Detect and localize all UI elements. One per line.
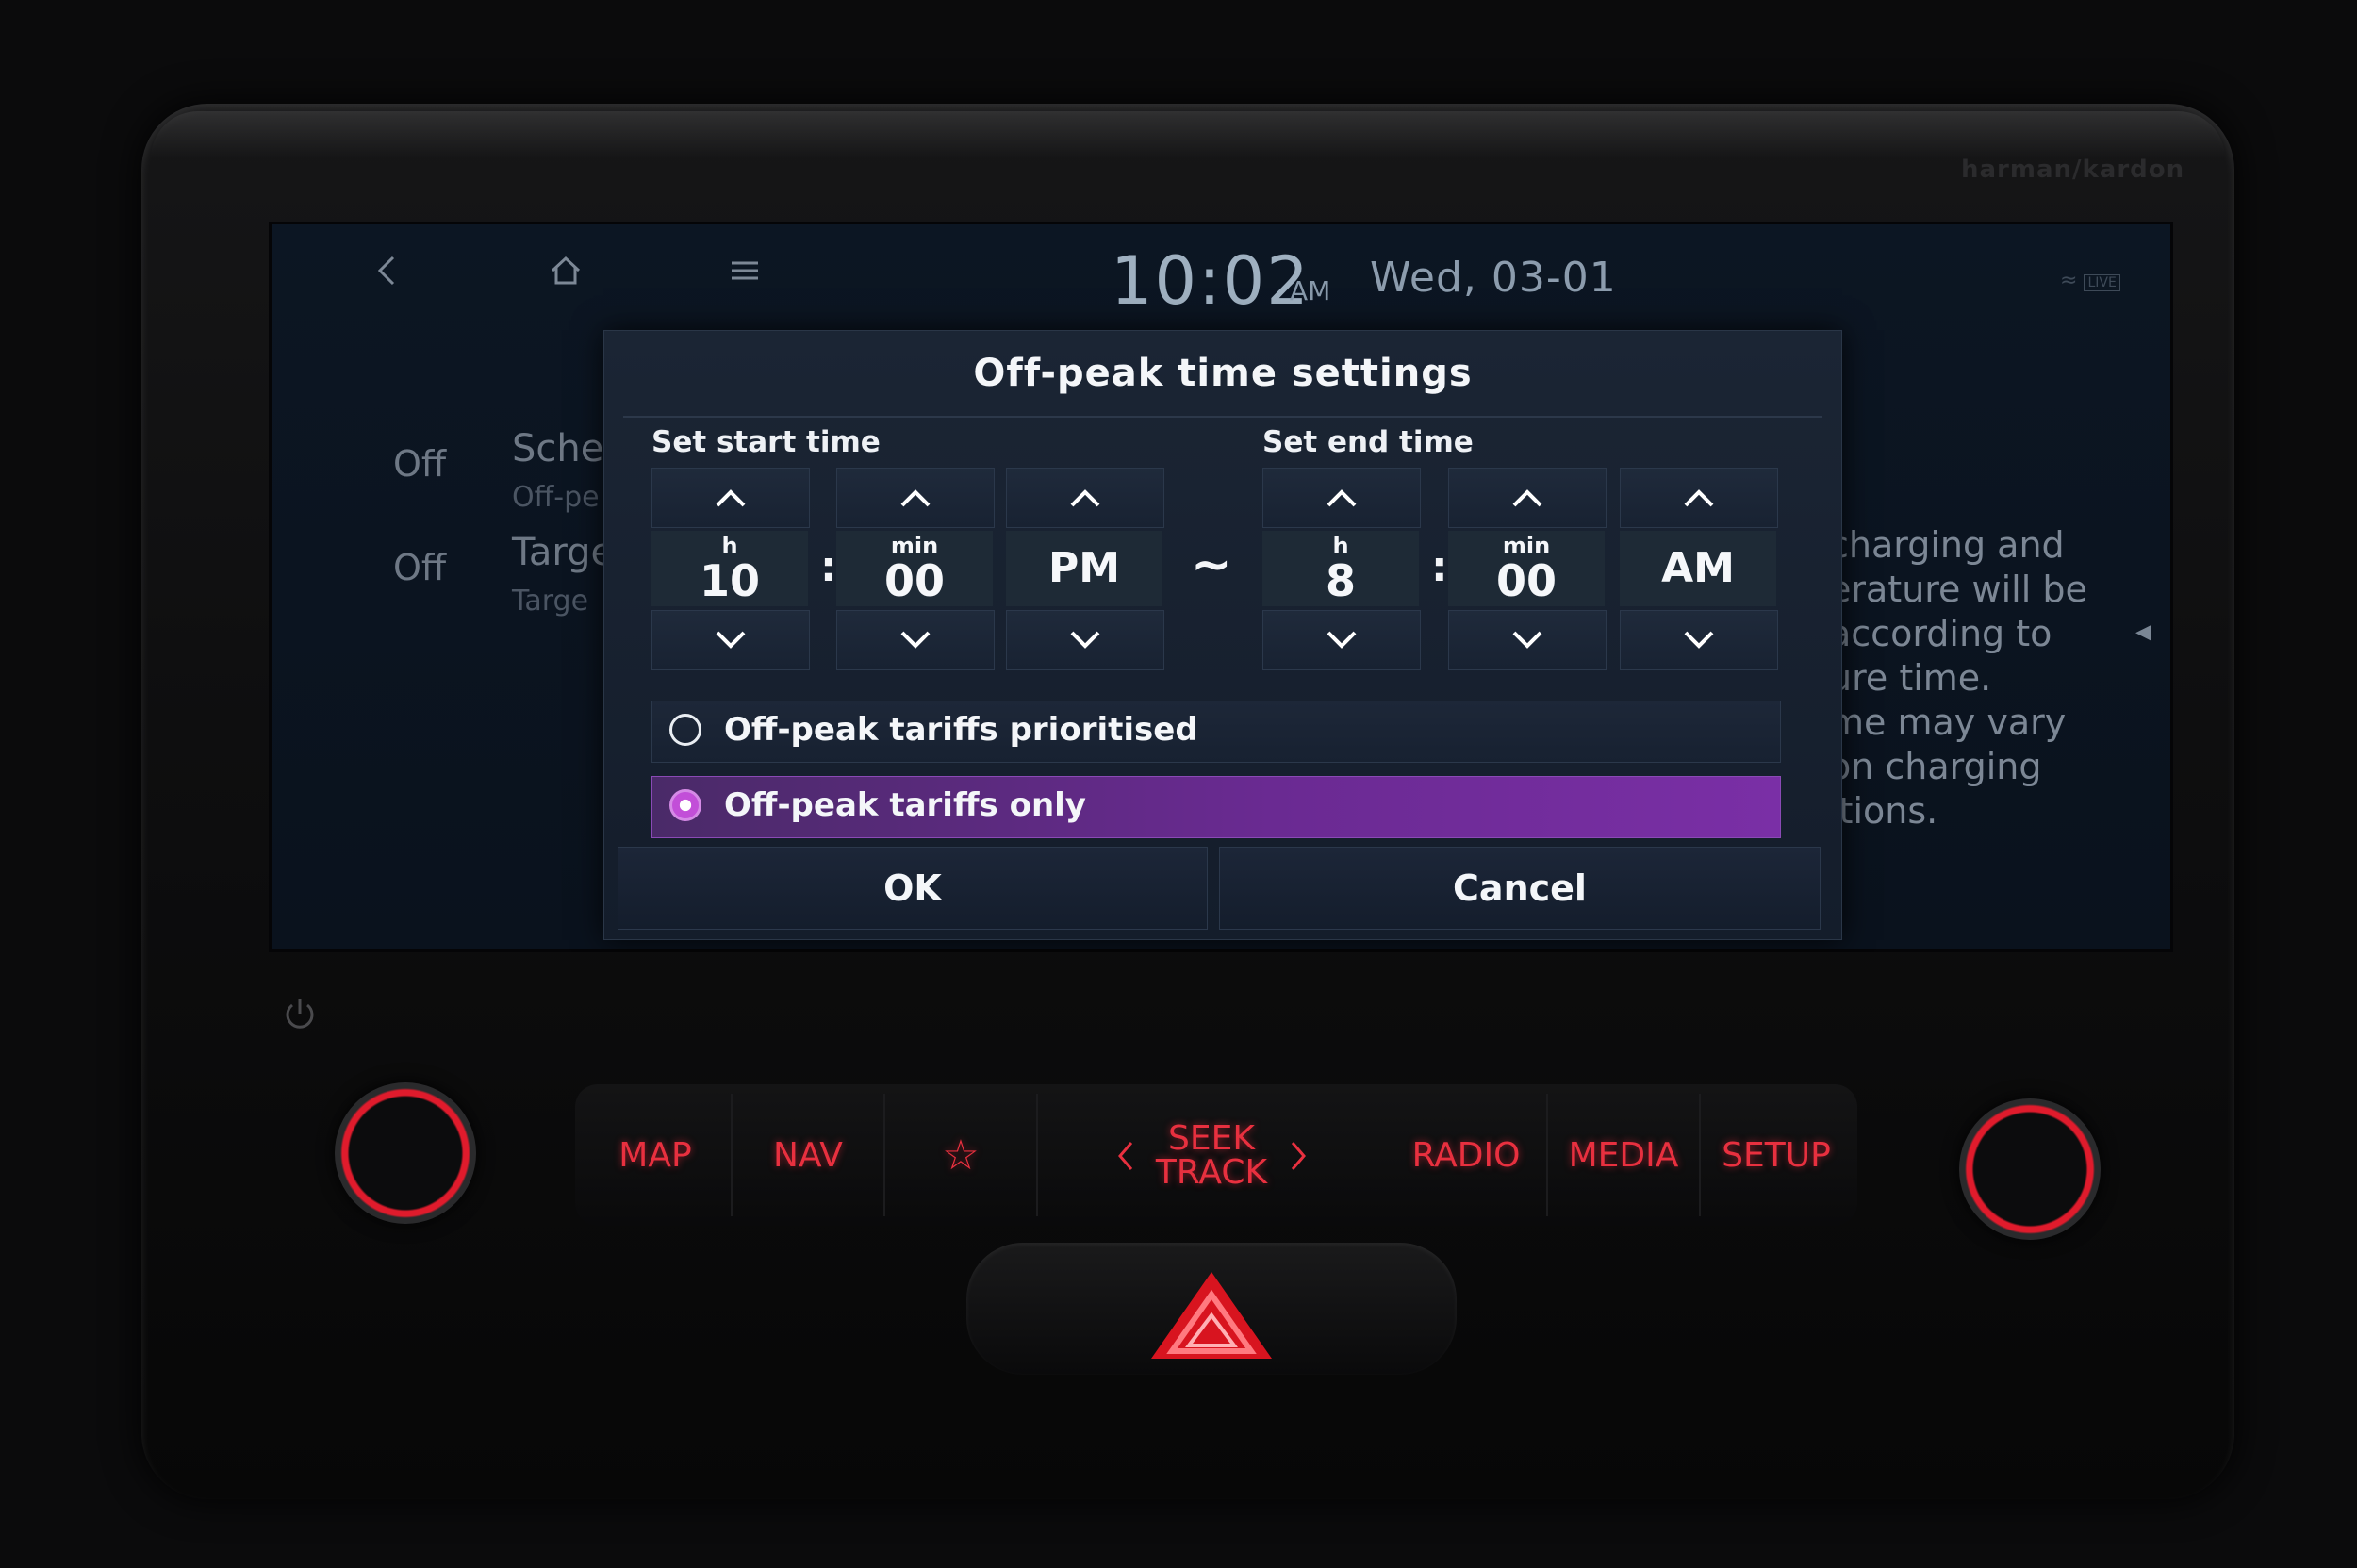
brand-logo: harman/kardon bbox=[1961, 156, 2185, 184]
chevron-down-icon bbox=[1070, 631, 1100, 649]
option-tariffs-prioritised[interactable]: Off-peak tariffs prioritised bbox=[651, 701, 1781, 763]
end-ampm-text: AM bbox=[1661, 544, 1735, 592]
setup-button[interactable]: SETUP bbox=[1701, 1094, 1852, 1216]
toggle-target[interactable]: Off bbox=[393, 547, 446, 588]
chevron-up-icon bbox=[900, 489, 931, 507]
clock-date: Wed, 03-01 bbox=[1370, 254, 1617, 302]
start-minute-down-button[interactable] bbox=[836, 610, 995, 670]
seek-track-label: SEEK TRACK bbox=[1155, 1122, 1268, 1190]
chevron-right-icon[interactable] bbox=[1287, 1139, 1310, 1173]
option-tariffs-only[interactable]: Off-peak tariffs only bbox=[651, 776, 1781, 838]
cancel-button[interactable]: Cancel bbox=[1219, 847, 1821, 930]
nav-button[interactable]: NAV bbox=[733, 1094, 885, 1216]
radio-button[interactable]: RADIO bbox=[1386, 1094, 1548, 1216]
chevron-up-icon bbox=[1684, 489, 1714, 507]
track-label: TRACK bbox=[1155, 1153, 1268, 1192]
end-minute-down-button[interactable] bbox=[1448, 610, 1607, 670]
row-subtitle-target: Targe bbox=[512, 585, 589, 618]
seek-track-button[interactable]: SEEK TRACK bbox=[1056, 1094, 1367, 1216]
row-title-target: Targe bbox=[512, 531, 615, 574]
end-ampm-value: AM bbox=[1620, 531, 1776, 606]
live-badge: LIVE bbox=[2084, 274, 2120, 291]
off-peak-dialog: Off-peak time settings Set start time Se… bbox=[603, 330, 1842, 940]
option-label: Off-peak tariffs prioritised bbox=[724, 711, 1198, 749]
tune-knob[interactable] bbox=[1959, 1098, 2101, 1240]
chevron-down-icon bbox=[1684, 631, 1714, 649]
end-hour-value: h 8 bbox=[1262, 531, 1419, 606]
collapse-arrow-icon[interactable]: ◀ bbox=[2135, 620, 2151, 644]
dialog-title: Off-peak time settings bbox=[973, 352, 1473, 395]
end-minute-up-button[interactable] bbox=[1448, 468, 1607, 528]
row-title-schedule: Sche bbox=[512, 427, 604, 470]
background-description: charging and erature will be according t… bbox=[1829, 524, 2087, 832]
back-icon[interactable] bbox=[372, 252, 401, 300]
menu-icon[interactable] bbox=[728, 252, 762, 300]
volume-knob[interactable] bbox=[335, 1082, 476, 1224]
start-hour-down-button[interactable] bbox=[651, 610, 810, 670]
end-hour-up-button[interactable] bbox=[1262, 468, 1421, 528]
dialog-divider bbox=[623, 416, 1822, 418]
end-minute-value: min 00 bbox=[1448, 531, 1605, 606]
start-hour-value: h 10 bbox=[651, 531, 808, 606]
end-hour-down-button[interactable] bbox=[1262, 610, 1421, 670]
start-minute-up-button[interactable] bbox=[836, 468, 995, 528]
start-time-label: Set start time bbox=[651, 425, 881, 459]
start-minute-number: 00 bbox=[883, 555, 945, 606]
hazard-warning-icon[interactable] bbox=[1146, 1268, 1277, 1362]
start-ampm-value: PM bbox=[1006, 531, 1162, 606]
chevron-up-icon bbox=[716, 489, 746, 507]
chevron-left-icon[interactable] bbox=[1114, 1139, 1137, 1173]
chevron-down-icon bbox=[1512, 631, 1542, 649]
end-time-label: Set end time bbox=[1262, 425, 1474, 459]
start-minute-value: min 00 bbox=[836, 531, 993, 606]
range-tilde: ~ bbox=[1191, 536, 1232, 593]
clock-ampm: AM bbox=[1290, 275, 1331, 306]
start-hour-up-button[interactable] bbox=[651, 468, 810, 528]
signal-icon: ≈ bbox=[2060, 269, 2085, 292]
chevron-down-icon bbox=[716, 631, 746, 649]
option-label: Off-peak tariffs only bbox=[724, 786, 1086, 824]
media-button[interactable]: MEDIA bbox=[1548, 1094, 1701, 1216]
home-icon[interactable] bbox=[547, 252, 585, 300]
end-minute-number: 00 bbox=[1495, 555, 1557, 606]
infotainment-screen: 10:02 AM Wed, 03-01 ≈ LIVE Off Sche Off-… bbox=[269, 222, 2173, 952]
row-subtitle-schedule: Off-pe bbox=[512, 481, 600, 514]
end-hour-number: 8 bbox=[1325, 555, 1356, 606]
bezel-rim bbox=[151, 111, 2225, 158]
end-ampm-down-button[interactable] bbox=[1620, 610, 1778, 670]
start-hour-number: 10 bbox=[699, 555, 760, 606]
ok-button[interactable]: OK bbox=[618, 847, 1208, 930]
start-colon: : bbox=[820, 543, 837, 591]
seek-label: SEEK bbox=[1168, 1119, 1255, 1158]
end-colon: : bbox=[1431, 543, 1448, 591]
map-button[interactable]: MAP bbox=[580, 1094, 733, 1216]
chevron-up-icon bbox=[1327, 489, 1357, 507]
chevron-up-icon bbox=[1512, 489, 1542, 507]
chevron-up-icon bbox=[1070, 489, 1100, 507]
toggle-schedule[interactable]: Off bbox=[393, 443, 446, 485]
end-ampm-up-button[interactable] bbox=[1620, 468, 1778, 528]
start-ampm-down-button[interactable] bbox=[1006, 610, 1164, 670]
start-ampm-up-button[interactable] bbox=[1006, 468, 1164, 528]
status-icons: ≈ LIVE bbox=[2060, 269, 2120, 292]
radio-unselected-icon[interactable] bbox=[669, 714, 701, 746]
power-icon[interactable] bbox=[281, 995, 319, 1032]
clock-time: 10:02 bbox=[1111, 242, 1310, 320]
radio-selected-icon[interactable] bbox=[669, 789, 701, 821]
chevron-down-icon bbox=[1327, 631, 1357, 649]
favorite-star-icon[interactable]: ☆ bbox=[885, 1094, 1038, 1216]
chevron-down-icon bbox=[900, 631, 931, 649]
start-ampm-text: PM bbox=[1047, 544, 1121, 592]
